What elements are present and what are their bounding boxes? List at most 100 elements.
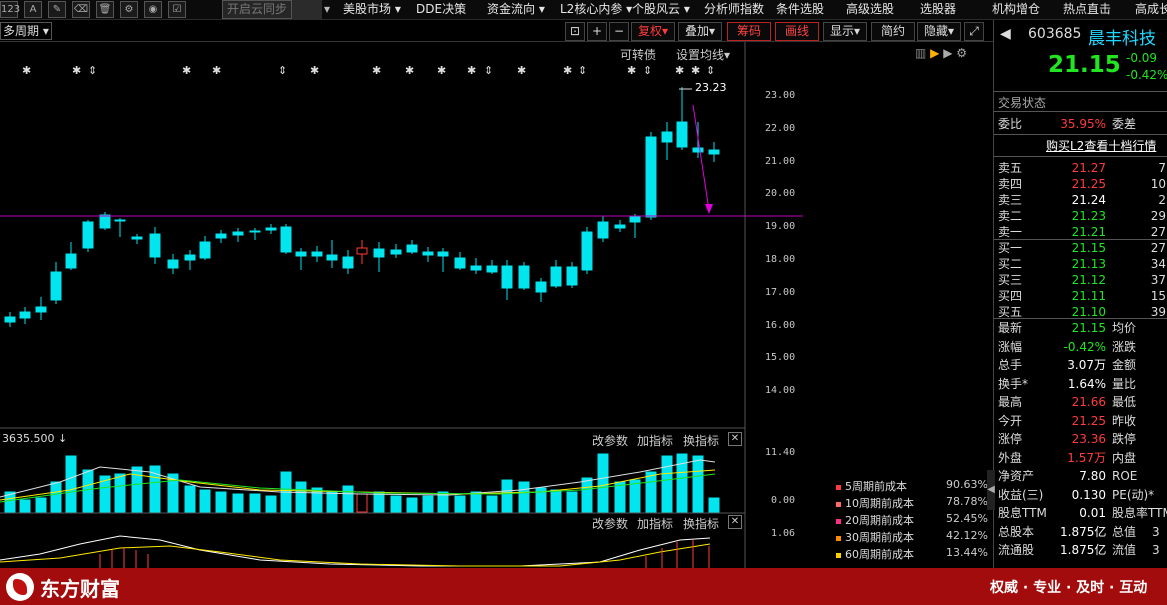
convertible-bond-link[interactable]: 可转债 <box>620 46 656 63</box>
event-marker-icon[interactable]: ✱ <box>212 64 221 77</box>
menu-condition[interactable]: 条件选股 <box>776 1 824 17</box>
macd-switch-indicator[interactable]: 换指标 <box>683 515 719 532</box>
event-marker-icon[interactable]: ✱ <box>675 64 684 77</box>
price-tick: 20.00 <box>765 188 796 200</box>
candle-body <box>422 251 434 256</box>
trash-icon[interactable]: 🗑 <box>96 1 114 18</box>
hide-button[interactable]: 隐藏▾ <box>917 22 961 41</box>
draw-line-button[interactable]: 画线 <box>775 22 819 41</box>
event-marker-icon[interactable]: ✱ <box>517 64 526 77</box>
event-marker-icon[interactable]: ✱ <box>563 64 572 77</box>
vol-change-params[interactable]: 改参数 <box>592 432 628 449</box>
event-marker-icon[interactable]: ⇕ <box>88 64 97 77</box>
display-button[interactable]: 显示▾ <box>823 22 867 41</box>
vol-add-indicator[interactable]: 加指标 <box>637 432 673 449</box>
eraser-icon[interactable]: ⌫ <box>72 1 90 18</box>
event-marker-icon[interactable]: ✱ <box>72 64 81 77</box>
trend-arrowhead <box>705 204 713 214</box>
menu-advanced[interactable]: 高级选股 <box>846 1 894 17</box>
stat-row: 今开 21.25 昨收 <box>998 413 1137 428</box>
chip-legend-item: 5周期前成本 90.63% <box>836 478 988 494</box>
plus-icon[interactable]: + <box>587 22 607 41</box>
event-marker-icon[interactable]: ✱ <box>182 64 191 77</box>
event-markers[interactable]: ✱ ✱ ⇕ ✱ ✱ ⇕ ✱ ✱ ✱ ✱ ✱ ⇕ ✱ ✱ ⇕ ✱ ⇕ ✱ ✱ ⇕ <box>0 64 745 78</box>
menu-hot[interactable]: 热点直击 <box>1063 1 1111 17</box>
menu-us-market[interactable]: 美股市场 ▾ <box>343 1 401 17</box>
menu-l2[interactable]: L2核心内参 ▾ <box>560 1 632 17</box>
back-arrow-icon[interactable]: ◀ <box>1000 26 1011 42</box>
price-tick: 16.00 <box>765 319 796 331</box>
chip-tools[interactable]: ▥ ▶ ▶ ⚙ <box>915 46 967 60</box>
menu-fund-flow[interactable]: 资金流向 ▾ <box>487 1 545 17</box>
volume-group <box>0 453 720 513</box>
l2-link[interactable]: 购买L2查看十档行情 <box>1046 137 1156 154</box>
candle-body <box>82 221 94 249</box>
macd-change-params[interactable]: 改参数 <box>592 515 628 532</box>
volume-bar <box>199 489 211 513</box>
volume-bar <box>597 453 609 513</box>
event-marker-icon[interactable]: ✱ <box>405 64 414 77</box>
candle-body <box>550 266 562 287</box>
period-select[interactable]: 多周期 ▾ <box>0 22 52 40</box>
order-level: 卖五 21.27 7 <box>998 161 1166 175</box>
event-marker-icon[interactable]: ✱ <box>437 64 446 77</box>
cloud-sync-button[interactable]: 开启云同步 <box>222 0 292 19</box>
stats-table: 最新 21.15 均价 涨幅 -0.42% 涨跌 总手 3.07万 金额 换手* 1.64% 量比 最高… <box>994 320 1167 560</box>
event-marker-icon[interactable]: ✱ <box>22 64 31 77</box>
sync-check-icon[interactable]: ☑ <box>168 1 186 18</box>
event-marker-icon[interactable]: ⇕ <box>578 64 587 77</box>
event-marker-icon[interactable]: ✱ <box>310 64 319 77</box>
macd-add-indicator[interactable]: 加指标 <box>637 515 673 532</box>
price-tick: 21.00 <box>765 155 796 167</box>
chip-button[interactable]: 筹码 <box>727 22 771 41</box>
minus-icon[interactable]: − <box>609 22 629 41</box>
order-level: 买一 21.15 27 <box>998 241 1166 255</box>
event-marker-icon[interactable]: ✱ <box>691 64 700 77</box>
macd-dea-line <box>0 543 711 567</box>
event-marker-icon[interactable]: ✱ <box>627 64 636 77</box>
event-marker-icon[interactable]: ⇕ <box>278 64 287 77</box>
fullscreen-icon[interactable]: ⤢ <box>964 22 984 41</box>
number-icon[interactable]: 123 <box>0 1 20 18</box>
text-icon[interactable]: A <box>24 1 42 18</box>
candle-body <box>356 247 368 255</box>
menu-dropdown-icon[interactable]: ▾ <box>324 1 330 17</box>
simple-button[interactable]: 简约 <box>871 22 915 41</box>
menu-stock-risk[interactable]: 个股风云 ▾ <box>632 1 690 17</box>
price-tick: 17.00 <box>765 286 796 298</box>
event-marker-icon[interactable]: ⇕ <box>643 64 652 77</box>
event-marker-icon[interactable]: ⇕ <box>484 64 493 77</box>
trend-arrow <box>692 104 710 211</box>
kline-chart[interactable] <box>0 42 803 568</box>
event-marker-icon[interactable]: ⇕ <box>706 64 715 77</box>
gear-icon[interactable]: ⚙ <box>120 1 138 18</box>
event-marker-icon[interactable]: ✱ <box>467 64 476 77</box>
event-marker-icon[interactable]: ✱ <box>372 64 381 77</box>
candle-body <box>708 149 720 155</box>
pen-icon[interactable]: ✎ <box>48 1 66 18</box>
candles-group <box>4 87 720 327</box>
menu-dde[interactable]: DDE决策 <box>416 1 466 17</box>
menu-screener[interactable]: 选股器 <box>920 1 956 17</box>
collapse-handle[interactable]: ◀ <box>987 470 995 510</box>
vol-axis-top: 11.40 <box>765 447 796 458</box>
close-icon[interactable]: ✕ <box>728 515 742 529</box>
candle-body <box>280 226 292 253</box>
overlay-button[interactable]: 叠加▾ <box>678 22 722 41</box>
volume-bar <box>131 466 143 513</box>
menu-analyst[interactable]: 分析师指数 <box>704 1 764 17</box>
menu-inst[interactable]: 机构增仓 <box>992 1 1040 17</box>
volume-bar <box>566 491 578 513</box>
set-ma-button[interactable]: 设置均线▾ <box>676 46 730 63</box>
candle-body <box>65 253 77 269</box>
eye-icon[interactable]: ◉ <box>144 1 162 18</box>
candle-body <box>486 265 498 273</box>
fuquan-button[interactable]: 复权▾ <box>631 22 675 41</box>
lock-icon[interactable]: ⊡ <box>565 22 585 41</box>
menu-growth[interactable]: 高成长 <box>1135 1 1167 17</box>
vol-switch-indicator[interactable]: 换指标 <box>683 432 719 449</box>
close-icon[interactable]: ✕ <box>728 432 742 446</box>
order-level: 买四 21.11 15 <box>998 289 1166 303</box>
stat-row: 股息TTM 0.01 股息率TTM <box>998 506 1167 520</box>
volume-bar <box>661 455 673 513</box>
